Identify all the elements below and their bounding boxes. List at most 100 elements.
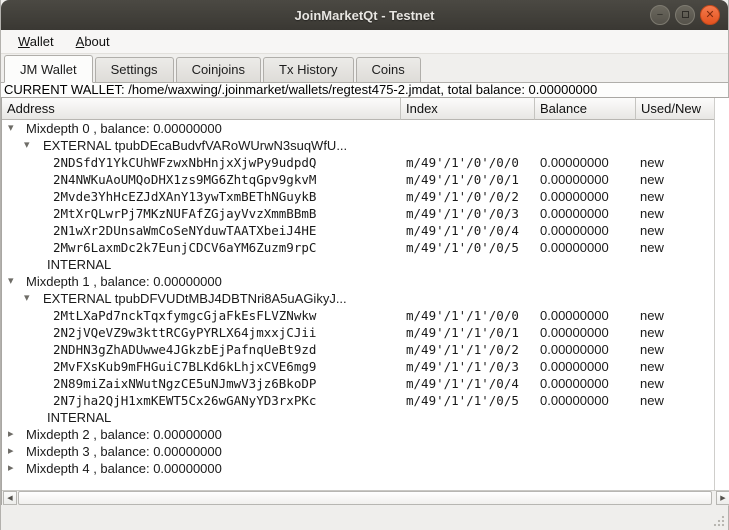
tree-row-address[interactable]: 2MvFXsKub9mFHGuiC7BLKd6kLhjxCVE6mg9m/49'… [2,358,715,375]
tree-row-address[interactable]: 2Mwr6LaxmDc2k7EunjCDCV6aYM6Zuzm9rpC m/49'… [2,239,715,256]
tree-row-mixdepth[interactable]: ▸Mixdepth 4 , balance: 0.00000000 [2,460,715,477]
minimize-button[interactable]: − [650,5,670,25]
resize-grip-icon[interactable] [713,515,725,527]
address-cell: 2N2jVQeVZ9w3kttRCGyPYRLX64jmxxjCJii [2,324,401,341]
column-header-address[interactable]: Address [2,98,401,120]
balance-cell: 0.00000000 [535,171,636,188]
address-cell: ▾Mixdepth 0 , balance: 0.00000000 [2,120,401,137]
tree-row-address[interactable]: 2N89miZaixNWutNgzCE5uNJmwV3jz6BkoDP m/49'… [2,375,715,392]
index-cell: m/49'/1'/0'/0/2 [401,188,535,205]
tree-item-label: Mixdepth 2 , balance: 0.00000000 [26,426,222,443]
status-cell: new [636,188,715,205]
collapse-arrow-icon[interactable]: ▸ [8,426,14,443]
tree-item-label: 2Mwr6LaxmDc2k7EunjCDCV6aYM6Zuzm9rpC [53,239,316,256]
collapse-arrow-icon[interactable]: ▸ [8,443,14,460]
tree-row-branch[interactable]: INTERNAL [2,409,715,426]
tab-tx-history[interactable]: Tx History [263,57,354,82]
maximize-button[interactable] [675,5,695,25]
column-header-balance[interactable]: Balance [535,98,636,120]
horizontal-scrollbar[interactable]: ◀ ▶ [2,490,729,506]
tree-row-branch[interactable]: ▾EXTERNAL tpubDEcaBudvfVARoWUrwN3suqWfU.… [2,137,715,154]
scroll-right-button[interactable]: ▶ [716,491,729,505]
scrollbar-thumb[interactable] [18,491,712,505]
titlebar[interactable]: JoinMarketQt - Testnet − ✕ [1,0,728,30]
balance-cell: 0.00000000 [535,154,636,171]
tree-row-address[interactable]: 2N4NWKuAoUMQoDHX1zs9MG6ZhtqGpv9gkvMm/49'… [2,171,715,188]
status-cell [636,290,715,307]
tree-item-label: 2N89miZaixNWutNgzCE5uNJmwV3jz6BkoDP [53,375,316,392]
window-title: JoinMarketQt - Testnet [295,8,435,23]
index-cell: m/49'/1'/0'/0/0 [401,154,535,171]
column-header-used-new[interactable]: Used/New [636,98,715,120]
vertical-scrollbar[interactable] [714,98,729,490]
tree-row-address[interactable]: 2MtLXaPd7nckTqxfymgcGjaFkEsFLVZNwkwm/49'… [2,307,715,324]
balance-cell: 0.00000000 [535,307,636,324]
tree-row-mixdepth[interactable]: ▾Mixdepth 1 , balance: 0.00000000 [2,273,715,290]
balance-cell [535,290,636,307]
address-cell: 2N1wXr2DUnsaWmCoSeNYduwTAATXbeiJ4HE [2,222,401,239]
address-cell: ▾ EXTERNAL tpubDFVUDtMBJ4DBTNri8A5uAGikyJ… [2,290,401,307]
status-bar [1,505,728,530]
expand-arrow-icon[interactable]: ▾ [8,120,14,137]
tree-row-branch[interactable]: INTERNAL [2,256,715,273]
status-cell: new [636,392,715,409]
index-cell [401,256,535,273]
menubar: WalletAbout [1,30,728,54]
index-cell [401,290,535,307]
address-cell: 2NDHN3gZhADUwwe4JGkzbEjPafnqUeBt9zd [2,341,401,358]
expand-arrow-icon[interactable]: ▾ [8,273,14,290]
tree-row-address[interactable]: 2N7jha2QjH1xmKEWT5Cx26wGANyYD3rxPKcm/49'… [2,392,715,409]
index-cell [401,426,535,443]
tree-item-label: 2N7jha2QjH1xmKEWT5Cx26wGANyYD3rxPKc [53,392,316,409]
tree-row-address[interactable]: 2NDHN3gZhADUwwe4JGkzbEjPafnqUeBt9zdm/49'… [2,341,715,358]
tree-item-label: 2N2jVQeVZ9w3kttRCGyPYRLX64jmxxjCJii [53,324,316,341]
column-header-index[interactable]: Index [401,98,535,120]
tree-header-row: Address Index Balance Used/New [2,98,715,120]
balance-cell [535,443,636,460]
close-button[interactable]: ✕ [700,5,720,25]
balance-cell: 0.00000000 [535,205,636,222]
balance-cell [535,426,636,443]
tree-item-label: INTERNAL [47,409,111,426]
tree-item-label: EXTERNAL tpubDFVUDtMBJ4DBTNri8A5uAGikyJ.… [43,290,347,307]
tree-row-address[interactable]: 2MtXrQLwrPj7MKzNUFAfZGjayVvzXmmBBmBm/49'… [2,205,715,222]
menu-wallet[interactable]: Wallet [9,32,63,51]
address-cell: ▾EXTERNAL tpubDEcaBudvfVARoWUrwN3suqWfU.… [2,137,401,154]
tab-coins[interactable]: Coins [356,57,421,82]
tree-row-address[interactable]: 2N2jVQeVZ9w3kttRCGyPYRLX64jmxxjCJiim/49'… [2,324,715,341]
tree-row-mixdepth[interactable]: ▸Mixdepth 3 , balance: 0.00000000 [2,443,715,460]
balance-cell [535,273,636,290]
tree-row-address[interactable]: 2N1wXr2DUnsaWmCoSeNYduwTAATXbeiJ4HEm/49'… [2,222,715,239]
address-cell: 2Mvde3YhHcEZJdXAnY13ywTxmBEThNGuykB [2,188,401,205]
status-cell [636,409,715,426]
balance-cell [535,460,636,477]
index-cell: m/49'/1'/1'/0/0 [401,307,535,324]
current-wallet-banner: CURRENT WALLET: /home/waxwing/.joinmarke… [1,83,728,97]
address-cell: 2MtXrQLwrPj7MKzNUFAfZGjayVvzXmmBBmB [2,205,401,222]
balance-cell: 0.00000000 [535,222,636,239]
expand-arrow-icon[interactable]: ▾ [24,290,30,307]
status-cell [636,256,715,273]
collapse-arrow-icon[interactable]: ▸ [8,460,14,477]
tab-settings[interactable]: Settings [95,57,174,82]
tree-row-mixdepth[interactable]: ▸ Mixdepth 2 , balance: 0.00000000 [2,426,715,443]
tree-row-address[interactable]: 2NDSfdY1YkCUhWFzwxNbHnjxXjwPy9udpdQm/49'… [2,154,715,171]
tree-row-mixdepth[interactable]: ▾Mixdepth 0 , balance: 0.00000000 [2,120,715,137]
tree-item-label: 2MtXrQLwrPj7MKzNUFAfZGjayVvzXmmBBmB [53,205,316,222]
menu-about[interactable]: About [67,32,119,51]
scroll-left-button[interactable]: ◀ [3,491,17,505]
tree-item-label: 2Mvde3YhHcEZJdXAnY13ywTxmBEThNGuykB [53,188,316,205]
address-cell: INTERNAL [2,409,401,426]
index-cell [401,273,535,290]
tab-jm-wallet[interactable]: JM Wallet [4,55,93,83]
tab-coinjoins[interactable]: Coinjoins [176,57,261,82]
tree-item-label: 2N1wXr2DUnsaWmCoSeNYduwTAATXbeiJ4HE [53,222,316,239]
index-cell: m/49'/1'/1'/0/4 [401,375,535,392]
tree-item-label: INTERNAL [47,256,111,273]
tree-row-branch[interactable]: ▾ EXTERNAL tpubDFVUDtMBJ4DBTNri8A5uAGikyJ… [2,290,715,307]
balance-cell: 0.00000000 [535,392,636,409]
expand-arrow-icon[interactable]: ▾ [24,137,30,154]
tree-row-address[interactable]: 2Mvde3YhHcEZJdXAnY13ywTxmBEThNGuykB m/49'… [2,188,715,205]
index-cell: m/49'/1'/0'/0/1 [401,171,535,188]
index-cell: m/49'/1'/0'/0/5 [401,239,535,256]
